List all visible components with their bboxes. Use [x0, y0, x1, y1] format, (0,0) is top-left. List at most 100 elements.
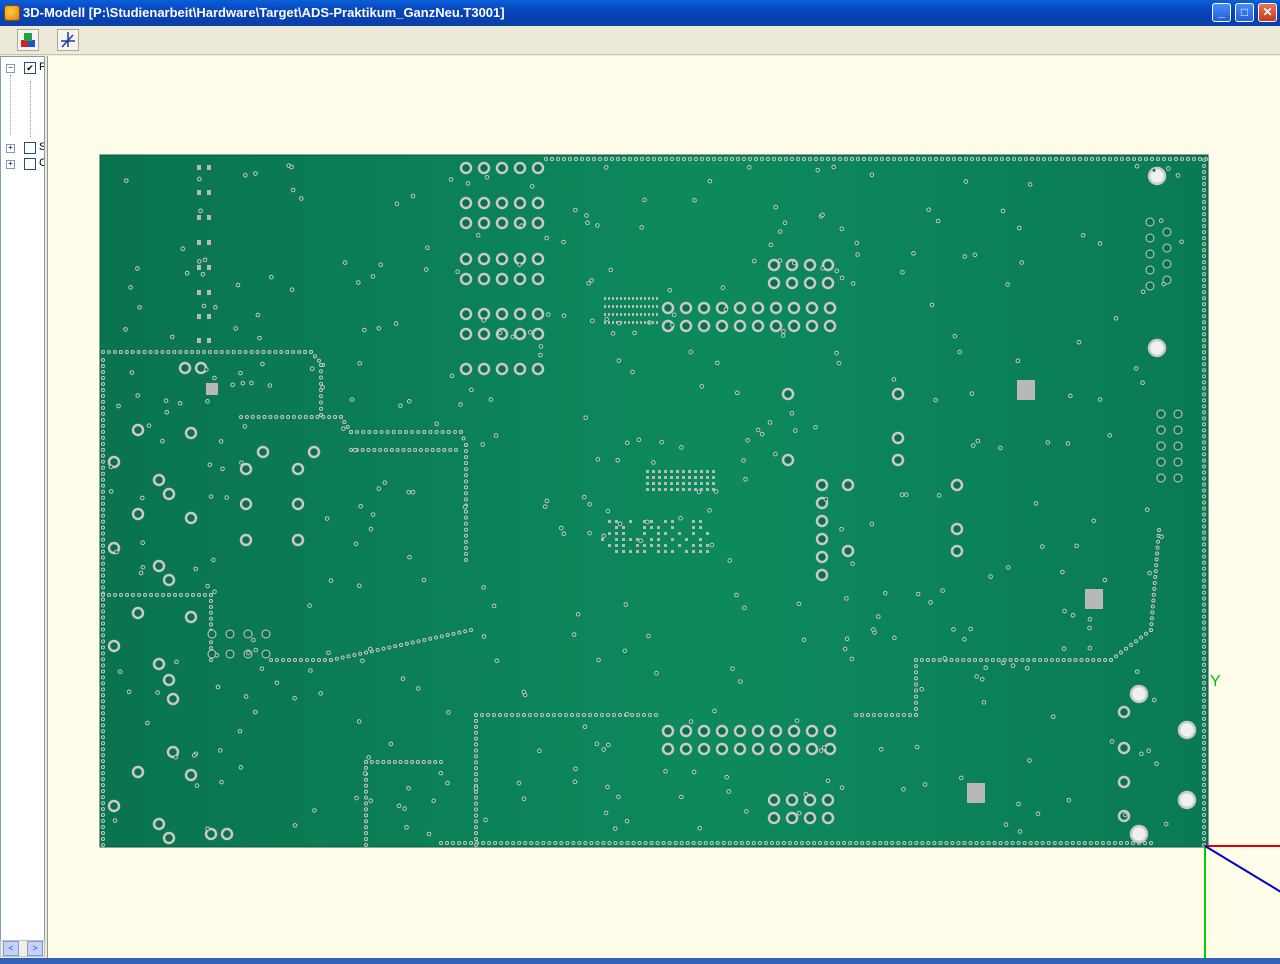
3d-viewport[interactable]: Y — [47, 56, 1280, 958]
via — [131, 593, 135, 597]
via — [741, 458, 746, 463]
via — [376, 325, 382, 331]
via — [464, 449, 468, 454]
via — [699, 384, 705, 389]
via — [101, 531, 105, 536]
smd-pad — [616, 313, 618, 316]
tree-checkbox[interactable]: ✔ — [24, 62, 36, 74]
via — [101, 837, 105, 842]
via — [212, 589, 217, 595]
via — [118, 350, 123, 354]
via — [101, 747, 105, 752]
smd-pad — [1017, 380, 1035, 400]
via — [670, 157, 674, 161]
via — [746, 165, 752, 170]
via — [938, 841, 943, 845]
via — [727, 558, 733, 563]
via — [767, 258, 781, 272]
via — [688, 719, 694, 724]
smd-pad — [622, 544, 625, 547]
smd-pad — [650, 526, 653, 529]
via — [483, 817, 488, 823]
via — [1202, 182, 1206, 187]
via — [727, 841, 732, 845]
via — [748, 157, 752, 161]
tree-item-second[interactable]: + S — [1, 141, 44, 155]
axes-button[interactable] — [57, 29, 79, 51]
scroll-left-button[interactable]: < — [3, 941, 19, 956]
via — [658, 157, 662, 161]
via — [751, 742, 765, 756]
tree-expander[interactable]: − — [6, 64, 15, 73]
via — [607, 841, 612, 845]
via — [464, 485, 468, 490]
via — [531, 161, 545, 175]
via — [1145, 233, 1155, 243]
via — [1033, 501, 1039, 506]
via — [541, 841, 546, 845]
tree-expander[interactable]: + — [6, 160, 15, 169]
via — [856, 157, 860, 161]
tree-item-board[interactable]: − ✔ F — [1, 61, 44, 75]
via — [1130, 841, 1135, 845]
via — [357, 361, 363, 366]
via — [624, 818, 630, 824]
via — [586, 281, 591, 286]
via — [101, 783, 105, 788]
via — [794, 718, 800, 724]
close-button[interactable]: ✕ — [1258, 3, 1277, 22]
via — [307, 603, 312, 608]
scroll-right-button[interactable]: > — [27, 941, 43, 956]
via — [209, 598, 213, 603]
via — [101, 831, 105, 836]
via — [474, 819, 478, 824]
via — [955, 658, 960, 662]
via — [1168, 157, 1172, 161]
via — [528, 713, 532, 717]
layers-button[interactable] — [17, 29, 39, 51]
via — [981, 700, 987, 705]
via — [220, 827, 234, 841]
via — [404, 430, 408, 434]
via — [556, 157, 560, 161]
tree-horizontal-scrollbar[interactable]: < > — [0, 940, 45, 957]
tree-checkbox[interactable] — [24, 142, 36, 154]
via — [1017, 829, 1023, 834]
via — [1202, 278, 1206, 283]
via — [1072, 157, 1076, 161]
layer-tree[interactable]: − ✔ F + S + C — [0, 56, 45, 942]
smd-pad — [622, 532, 625, 535]
via — [1162, 227, 1172, 237]
smd-pad — [700, 470, 703, 473]
tree-item-third[interactable]: + C — [1, 157, 44, 171]
via — [908, 841, 913, 845]
tree-expander[interactable]: + — [6, 144, 15, 153]
via — [718, 157, 722, 161]
smd-pad — [629, 538, 632, 541]
via — [697, 301, 711, 315]
via — [464, 521, 468, 526]
via — [911, 251, 916, 256]
via — [398, 760, 403, 764]
via — [1202, 434, 1206, 439]
via — [734, 592, 739, 598]
via — [1139, 635, 1143, 640]
via — [844, 596, 849, 601]
smd-pad — [197, 190, 201, 195]
maximize-button[interactable]: □ — [1235, 3, 1254, 22]
via — [679, 841, 684, 845]
via — [256, 445, 270, 459]
minimize-button[interactable]: _ — [1212, 3, 1231, 22]
smd-pad — [632, 313, 634, 316]
via — [738, 679, 743, 684]
pcb-3d-render[interactable]: Y — [48, 56, 1280, 958]
via — [213, 304, 218, 310]
app-icon[interactable] — [4, 5, 20, 21]
via — [830, 841, 835, 845]
smd-pad — [608, 305, 610, 308]
via — [239, 415, 243, 419]
via — [962, 254, 968, 259]
via — [624, 711, 630, 717]
tree-checkbox[interactable] — [24, 158, 36, 170]
via — [868, 157, 872, 161]
